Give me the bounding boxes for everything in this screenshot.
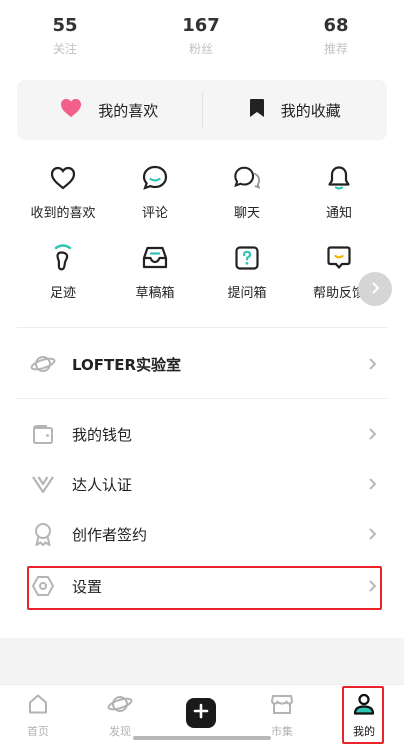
nav-label: 首页 xyxy=(27,725,49,738)
list-item-lab[interactable]: LOFTER实验室 xyxy=(30,342,380,386)
chevron-right-icon xyxy=(366,579,380,593)
grid-drafts[interactable]: 草稿箱 xyxy=(109,244,201,324)
divider xyxy=(17,327,387,328)
nav-me[interactable]: 我的 xyxy=(334,693,394,739)
plus-icon xyxy=(193,703,209,723)
wallet-icon xyxy=(30,421,56,447)
publish-button[interactable] xyxy=(186,698,216,728)
nav-label: 发现 xyxy=(109,725,131,738)
list-item-settings[interactable]: 设置 xyxy=(30,564,380,608)
grid-received-likes[interactable]: 收到的喜欢 xyxy=(17,164,109,244)
question-box-icon xyxy=(233,244,261,272)
profile-page: 55 关注 167 粉丝 68 推荐 我的喜欢 我的收藏 收到的喜欢 评论 聊天… xyxy=(0,0,404,747)
list-item-creator-contract[interactable]: 创作者签约 xyxy=(30,512,380,556)
shortcut-grid: 收到的喜欢 评论 聊天 通知 足迹 草稿箱 提问箱 帮助反馈 xyxy=(0,164,404,324)
chevron-right-icon xyxy=(366,427,380,441)
chevron-right-icon xyxy=(366,357,380,371)
planet-icon xyxy=(30,351,56,377)
bell-icon xyxy=(325,164,353,192)
nav-discover[interactable]: 发现 xyxy=(90,693,150,739)
stat-followers-label: 粉丝 xyxy=(188,42,213,56)
home-icon xyxy=(27,693,49,719)
comment-icon xyxy=(141,164,169,192)
list-item-label: LOFTER实验室 xyxy=(72,355,182,374)
grid-footprint[interactable]: 足迹 xyxy=(17,244,109,324)
favorites-card: 我的喜欢 我的收藏 xyxy=(17,80,387,140)
nav-label: 市集 xyxy=(271,725,293,738)
grid-label: 足迹 xyxy=(49,286,76,301)
footprint-icon xyxy=(49,244,77,272)
my-collections-button[interactable]: 我的收藏 xyxy=(203,80,388,140)
list-item-verification[interactable]: 达人认证 xyxy=(30,462,380,506)
nav-label: 我的 xyxy=(353,725,375,738)
stat-recommended[interactable]: 68 推荐 xyxy=(291,14,381,58)
badge-icon xyxy=(30,521,56,547)
chat-icon xyxy=(233,164,261,192)
my-likes-button[interactable]: 我的喜欢 xyxy=(17,80,202,140)
nav-market[interactable]: 市集 xyxy=(252,693,312,739)
stat-recommended-label: 推荐 xyxy=(323,42,348,56)
grid-next-button[interactable] xyxy=(358,272,392,306)
my-likes-label: 我的喜欢 xyxy=(98,101,159,120)
grid-notifications[interactable]: 通知 xyxy=(293,164,385,244)
heart-icon xyxy=(60,98,82,122)
list-item-label: 我的钱包 xyxy=(72,425,133,444)
stat-followers-value: 167 xyxy=(182,15,220,36)
drafts-icon xyxy=(141,244,169,272)
stat-following-label: 关注 xyxy=(52,42,77,56)
my-collections-label: 我的收藏 xyxy=(280,101,341,120)
home-indicator xyxy=(133,736,271,740)
grid-chat[interactable]: 聊天 xyxy=(201,164,293,244)
settings-hexagon-icon xyxy=(30,573,56,599)
grid-label: 收到的喜欢 xyxy=(30,206,96,221)
list-item-label: 设置 xyxy=(72,577,103,596)
list-item-wallet[interactable]: 我的钱包 xyxy=(30,412,380,456)
planet-icon xyxy=(107,693,133,719)
stat-following[interactable]: 55 关注 xyxy=(20,14,110,58)
grid-comments[interactable]: 评论 xyxy=(109,164,201,244)
profile-icon xyxy=(352,693,376,719)
verified-v-icon xyxy=(30,471,56,497)
list-item-label: 创作者签约 xyxy=(72,525,148,544)
grid-label: 通知 xyxy=(325,206,352,221)
bookmark-icon xyxy=(249,98,265,122)
store-icon xyxy=(270,693,294,719)
nav-home[interactable]: 首页 xyxy=(8,693,68,739)
stat-followers[interactable]: 167 粉丝 xyxy=(156,14,246,58)
stats-bar: 55 关注 167 粉丝 68 推荐 xyxy=(0,0,404,72)
chevron-right-icon xyxy=(366,527,380,541)
grid-question-box[interactable]: 提问箱 xyxy=(201,244,293,324)
chevron-right-icon xyxy=(366,477,380,491)
grid-label: 评论 xyxy=(141,206,168,221)
grid-label: 聊天 xyxy=(233,206,260,221)
grid-label: 提问箱 xyxy=(227,286,267,301)
heart-outline-icon xyxy=(49,164,77,192)
stat-recommended-value: 68 xyxy=(323,15,349,36)
grid-label: 草稿箱 xyxy=(135,286,175,301)
list-item-label: 达人认证 xyxy=(72,475,133,494)
stat-following-value: 55 xyxy=(52,15,78,36)
help-feedback-icon xyxy=(325,244,353,272)
chevron-right-icon xyxy=(369,280,381,299)
divider xyxy=(17,398,387,399)
